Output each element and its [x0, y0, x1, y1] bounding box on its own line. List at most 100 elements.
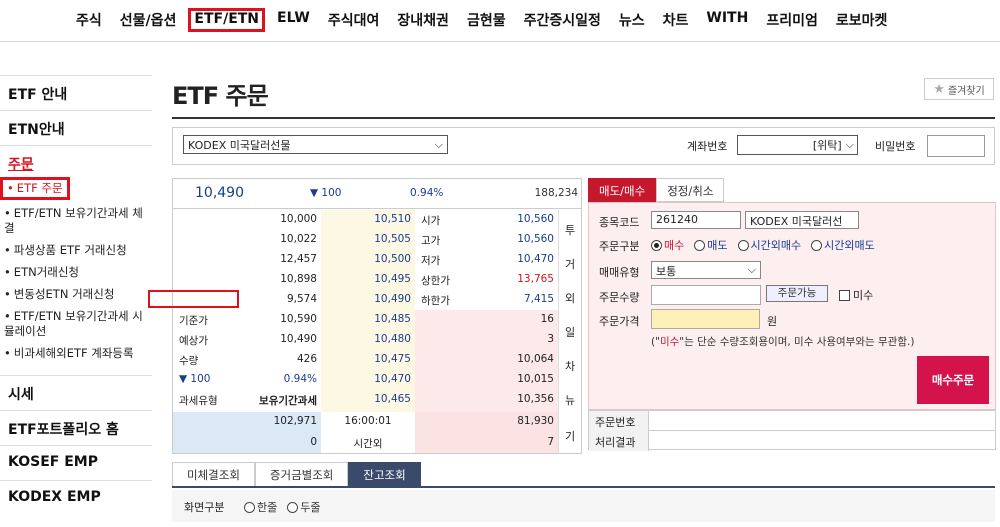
radio-label: 매수: [664, 239, 685, 252]
radio-buy[interactable]: 매수: [651, 237, 684, 253]
sidebar-item-label: ETN거래신청: [13, 265, 80, 279]
chevron-down-icon: ⌵: [434, 137, 443, 151]
order-result: 주문번호 처리결과: [588, 410, 996, 451]
available-button[interactable]: 주문가능: [766, 285, 828, 302]
side-tab-foreign[interactable]: 외: [565, 290, 575, 306]
radio-one-line[interactable]: 한줄: [244, 499, 277, 515]
sidebar-item-label: 파생상품 ETF 거래신청: [13, 243, 127, 257]
bid-volume: 3: [547, 333, 554, 345]
quantity-input[interactable]: [651, 285, 761, 305]
nav-news[interactable]: 뉴스: [613, 8, 651, 32]
nav-stock-lending[interactable]: 주식대여: [322, 8, 386, 32]
ask-price[interactable]: 10,490: [374, 293, 411, 305]
code-input[interactable]: 261240: [651, 211, 741, 229]
order-tabs: 매도/매수 정정/취소: [588, 178, 725, 202]
tab-unfilled[interactable]: 미체결조회: [172, 462, 255, 486]
sidebar-item-volatility-etn[interactable]: • 변동성ETN 거래신청: [0, 287, 152, 302]
ask-price[interactable]: 10,510: [374, 213, 411, 225]
top-menu: 주식 선물/옵션 ETF/ETN ELW 주식대여 장내채권 금현물 주간증시일…: [70, 8, 899, 32]
password-label: 비밀번호: [875, 140, 916, 153]
account-type: [위탁]: [812, 139, 842, 152]
bid-volume: 16: [540, 313, 554, 325]
tab-balance[interactable]: 잔고조회: [348, 462, 421, 486]
sidebar-item-derivative-etf[interactable]: • 파생상품 ETF 거래신청: [0, 243, 152, 258]
ref-value: 426: [296, 353, 317, 365]
current-price: 10,490: [195, 185, 244, 201]
nav-gold[interactable]: 금현물: [461, 8, 512, 32]
order-type-group: 매수 매도 시간외매수 시간외매도: [651, 237, 885, 253]
margin-checkbox[interactable]: 미수: [839, 287, 873, 303]
side-tab-trade[interactable]: 거: [565, 256, 575, 272]
sidebar-item-label: 비과세해외ETF 계좌등록: [13, 346, 134, 360]
after-bid: 7: [547, 436, 554, 448]
sidebar-kosef[interactable]: KOSEF EMP: [0, 445, 152, 480]
radio-icon: [651, 239, 662, 251]
nav-futures[interactable]: 선물/옵션: [114, 8, 183, 32]
sidebar-etf-guide[interactable]: ETF 안내: [0, 75, 152, 110]
nav-stock[interactable]: 주식: [70, 8, 108, 32]
side-tab-chart[interactable]: 차: [565, 358, 575, 374]
radio-icon: [244, 501, 255, 513]
favorite-button[interactable]: ★ 즐겨찾기: [924, 78, 994, 100]
buy-order-button[interactable]: 매수주문: [917, 356, 989, 404]
nav-robo[interactable]: 로보마켓: [830, 8, 894, 32]
trade-method-select[interactable]: 보통 ⌵: [651, 261, 761, 279]
note-text: (": [651, 336, 660, 348]
password-input[interactable]: [927, 135, 985, 157]
account-select[interactable]: [위탁] ⌵: [737, 135, 858, 155]
sidebar-portfolio[interactable]: ETF포트폴리오 홈: [0, 410, 152, 445]
nav-premium[interactable]: 프리미엄: [760, 8, 824, 32]
chevron-down-icon: ⌵: [747, 263, 756, 276]
info-label: 하한가: [421, 295, 450, 307]
info-value: 7,415: [523, 293, 554, 305]
nav-etf-etn[interactable]: ETF/ETN: [188, 8, 266, 32]
sidebar-order[interactable]: 주문: [0, 145, 152, 175]
nav-chart[interactable]: 차트: [657, 8, 695, 32]
radio-after-sell[interactable]: 시간외매도: [811, 237, 875, 253]
nav-elw[interactable]: ELW: [271, 8, 316, 32]
sidebar-item-tax-simulation[interactable]: • ETF/ETN 보유기간과세 시뮬레이션: [0, 309, 152, 339]
radio-label: 한줄: [257, 501, 278, 514]
nav-weekly-schedule[interactable]: 주간증시일정: [518, 8, 607, 32]
bid-price[interactable]: 10,470: [374, 373, 411, 385]
bid-price[interactable]: 10,480: [374, 333, 411, 345]
info-value: 10,560: [517, 233, 554, 245]
side-tab-news[interactable]: 뉴: [565, 392, 575, 408]
sidebar-item-holding-tax[interactable]: • ETF/ETN 보유기간과세 체결: [0, 206, 152, 236]
side-tab-etc[interactable]: 기: [565, 428, 575, 444]
bottom-tabs: 미체결조회 증거금별조회 잔고조회: [172, 462, 995, 488]
radio-label: 시간외매수: [750, 239, 802, 252]
result-label: 처리결과: [589, 431, 649, 451]
ask-volume: 10,898: [280, 273, 317, 285]
radio-sell[interactable]: 매도: [694, 237, 728, 253]
side-tab-daily[interactable]: 일: [565, 324, 575, 340]
ask-price[interactable]: 10,495: [374, 273, 411, 285]
nav-bonds[interactable]: 장내채권: [391, 8, 455, 32]
tab-margin[interactable]: 증거금별조회: [254, 462, 349, 486]
ask-price[interactable]: 10,500: [374, 253, 411, 265]
bid-price[interactable]: 10,475: [374, 353, 411, 365]
order-no-row: 주문번호: [589, 411, 995, 431]
price-input[interactable]: [651, 309, 760, 329]
sidebar-item-etn-apply[interactable]: • ETN거래신청: [0, 265, 152, 280]
sidebar-kodex[interactable]: KODEX EMP: [0, 480, 152, 515]
ask-price[interactable]: 10,505: [374, 233, 411, 245]
sidebar-quote[interactable]: 시세: [0, 375, 152, 410]
side-tab-invest[interactable]: 투: [565, 222, 575, 238]
ref-value: 보유기간과세: [259, 395, 317, 407]
ref-value: 10,490: [280, 333, 317, 345]
fund-select[interactable]: KODEX 미국달러선물 ⌵: [183, 135, 448, 154]
bid-price[interactable]: 10,485: [374, 313, 411, 325]
tab-buy-sell[interactable]: 매도/매수: [588, 178, 657, 202]
sidebar-item-overseas-etf[interactable]: • 비과세해외ETF 계좌등록: [0, 346, 152, 361]
ref-label: 기준가: [179, 315, 208, 327]
ref-value: 10,590: [280, 313, 317, 325]
tab-modify-cancel[interactable]: 정정/취소: [656, 178, 725, 202]
radio-after-buy[interactable]: 시간외매수: [737, 237, 802, 253]
sidebar-etn-guide[interactable]: ETN안내: [0, 110, 152, 145]
nav-with[interactable]: WITH: [700, 8, 754, 32]
sidebar-item-etf-order[interactable]: • ETF 주문: [0, 177, 70, 200]
price-change: ▼ 100: [310, 187, 342, 199]
bid-price[interactable]: 10,465: [374, 393, 411, 405]
radio-two-line[interactable]: 두줄: [287, 499, 321, 515]
